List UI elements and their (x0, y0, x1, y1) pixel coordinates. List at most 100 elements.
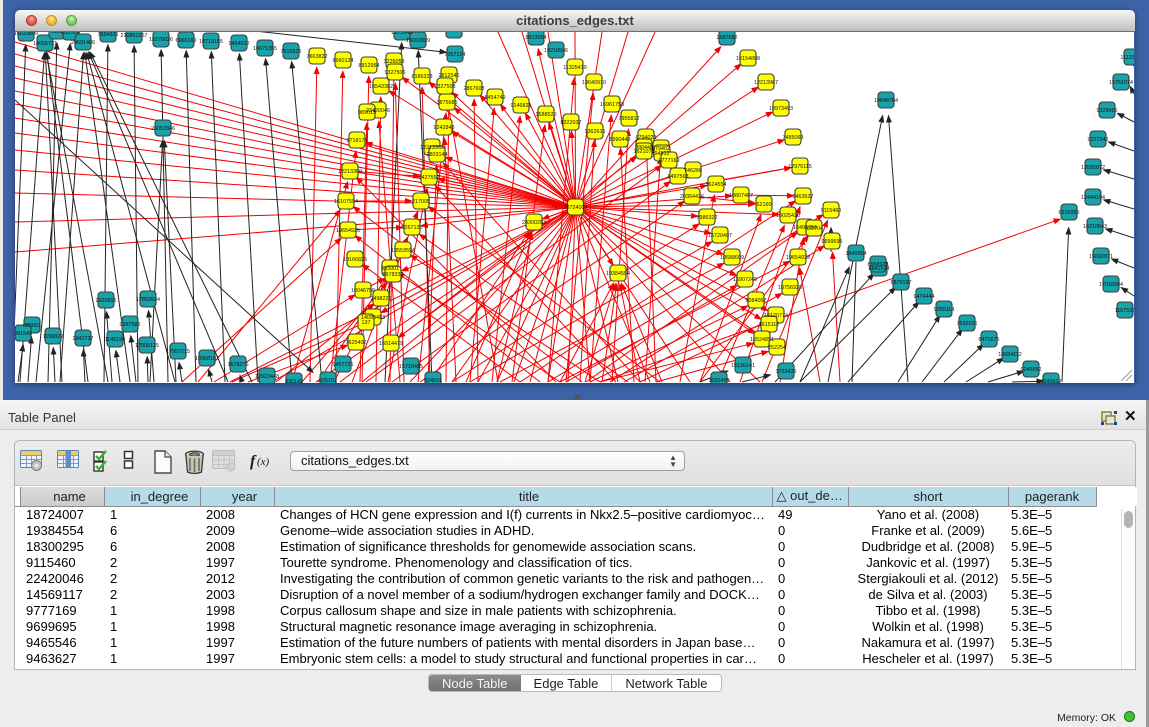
svg-text:989015: 989015 (358, 110, 376, 116)
svg-text:9327508: 9327508 (435, 84, 456, 90)
svg-text:16053809: 16053809 (406, 38, 430, 44)
svg-text:16120774: 16120774 (764, 313, 788, 319)
svg-text:2803144: 2803144 (427, 152, 448, 158)
svg-text:12444194: 12444194 (1081, 195, 1105, 201)
svg-text:8958923: 8958923 (868, 262, 889, 268)
svg-text:6966160: 6966160 (176, 38, 197, 44)
svg-text:9463627: 9463627 (793, 194, 814, 200)
svg-text:16033809: 16033809 (15, 32, 38, 37)
svg-text:16543382: 16543382 (369, 84, 393, 90)
svg-text:1145194: 1145194 (105, 337, 126, 343)
svg-text:16107554: 16107554 (334, 199, 358, 205)
svg-text:12213369: 12213369 (338, 169, 362, 175)
svg-text:2942737: 2942737 (73, 336, 94, 342)
svg-text:12923448: 12923448 (255, 374, 279, 380)
svg-text:7485063: 7485063 (783, 135, 804, 141)
svg-text:830142: 830142 (285, 379, 303, 383)
svg-text:9245652: 9245652 (1021, 367, 1042, 373)
svg-text:3875685: 3875685 (437, 100, 458, 106)
svg-text:8427552: 8427552 (419, 175, 440, 181)
svg-text:10671355: 10671355 (253, 46, 277, 52)
svg-text:8454749: 8454749 (485, 95, 506, 101)
svg-text:9242848: 9242848 (434, 125, 455, 131)
svg-text:10807487: 10807487 (729, 193, 753, 199)
svg-text:9227342: 9227342 (1088, 137, 1109, 143)
svg-text:9084067: 9084067 (746, 298, 767, 304)
svg-text:7663822: 7663822 (307, 54, 328, 60)
svg-text:10688609: 10688609 (720, 255, 744, 261)
svg-text:7986322: 7986322 (697, 215, 718, 221)
svg-text:1733426: 1733426 (776, 369, 797, 375)
svg-text:1362615: 1362615 (585, 129, 606, 135)
svg-text:15751074: 15751074 (1109, 80, 1133, 86)
svg-text:1167533: 1167533 (1115, 308, 1134, 314)
svg-text:(x): (x) (257, 456, 270, 468)
svg-text:3226058: 3226058 (384, 59, 405, 65)
svg-text:16524851: 16524851 (750, 337, 774, 343)
svg-text:9327506: 9327506 (385, 70, 406, 76)
svg-text:10973493: 10973493 (769, 106, 793, 112)
svg-text:20691406: 20691406 (71, 40, 95, 46)
svg-text:2687682: 2687682 (717, 35, 738, 41)
svg-text:9660124: 9660124 (333, 58, 354, 64)
svg-text:1156829: 1156829 (43, 334, 64, 340)
svg-text:15720407: 15720407 (708, 233, 732, 239)
svg-text:20364436: 20364436 (680, 194, 704, 200)
svg-text:62160: 62160 (757, 202, 772, 208)
svg-text:17859924: 17859924 (136, 297, 160, 303)
svg-text:2867608: 2867608 (464, 86, 485, 92)
svg-text:19384554: 19384554 (606, 271, 630, 277)
svg-text:137: 137 (362, 320, 371, 326)
svg-text:8990448: 8990448 (610, 137, 631, 143)
svg-text:26053346: 26053346 (151, 126, 175, 132)
svg-text:6497568: 6497568 (668, 174, 689, 180)
svg-text:15692971: 15692971 (1089, 254, 1113, 260)
svg-text:9355114: 9355114 (934, 307, 955, 313)
svg-text:94512: 94512 (655, 151, 670, 157)
svg-text:11325419: 11325419 (563, 65, 587, 71)
svg-text:17016504: 17016504 (1099, 282, 1123, 288)
svg-text:10654112: 10654112 (998, 352, 1022, 358)
svg-text:19654923: 19654923 (786, 255, 810, 261)
svg-text:7955812: 7955812 (619, 116, 640, 122)
svg-text:9115460: 9115460 (821, 208, 842, 214)
svg-text:18724007: 18724007 (564, 205, 588, 211)
svg-text:12213369: 12213369 (420, 145, 444, 151)
svg-text:10648784: 10648784 (874, 98, 898, 104)
svg-text:1588520: 1588520 (536, 112, 557, 118)
svg-text:19218506: 19218506 (544, 48, 568, 54)
svg-text:9457721: 9457721 (333, 362, 354, 368)
svg-text:6879197: 6879197 (891, 280, 912, 286)
svg-text:7632621: 7632621 (957, 321, 978, 327)
svg-text:12975115: 12975115 (788, 164, 812, 170)
svg-text:6794028: 6794028 (636, 135, 657, 141)
svg-text:8322037: 8322037 (561, 120, 582, 126)
svg-text:7654321: 7654321 (98, 32, 119, 38)
svg-text:685061: 685061 (23, 323, 41, 329)
svg-text:19166825: 19166825 (343, 257, 367, 263)
svg-text:16914479: 16914479 (379, 341, 403, 347)
svg-text:252254: 252254 (768, 345, 786, 351)
svg-text:9329965: 9329965 (1097, 108, 1118, 114)
svg-text:11123456: 11123456 (1120, 55, 1134, 61)
svg-text:12213967: 12213967 (754, 80, 778, 86)
svg-text:14055721: 14055721 (33, 41, 57, 47)
svg-text:9454012: 9454012 (229, 41, 250, 47)
svg-text:9699695: 9699695 (822, 239, 843, 245)
svg-text:8273645: 8273645 (392, 32, 413, 36)
svg-text:1640954: 1640954 (846, 251, 867, 257)
svg-text:8471676: 8471676 (979, 337, 1000, 343)
svg-text:13553594: 13553594 (391, 248, 415, 254)
svg-text:9997586: 9997586 (120, 322, 141, 328)
svg-text:15907249: 15907249 (733, 277, 757, 283)
svg-text:3624554: 3624554 (706, 182, 727, 188)
svg-text:19654925: 19654925 (336, 228, 360, 234)
svg-text:924501: 924501 (424, 378, 442, 383)
svg-text:8813054: 8813054 (526, 35, 547, 41)
svg-text:8186328: 8186328 (412, 74, 433, 80)
svg-text:217005: 217005 (412, 199, 430, 205)
svg-text:1678275: 1678275 (228, 362, 249, 368)
svg-text:f: f (250, 453, 257, 470)
svg-text:15278026: 15278026 (149, 37, 173, 43)
svg-text:15716485: 15716485 (399, 364, 423, 370)
